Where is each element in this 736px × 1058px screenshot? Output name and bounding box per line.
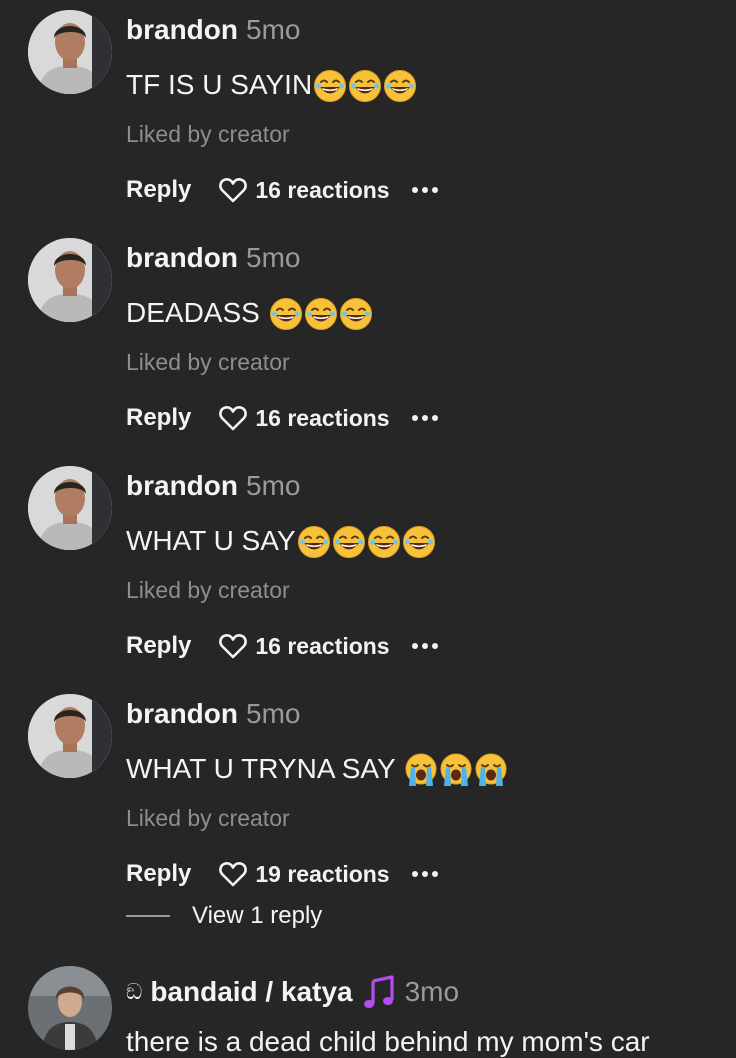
emoji-group — [403, 752, 508, 787]
reactions-count: 16 reactions — [255, 632, 390, 659]
timestamp: 3mo — [404, 976, 460, 1007]
laughing-emoji-icon — [269, 297, 303, 331]
liked-by-creator: Liked by creator — [126, 349, 290, 375]
laughing-emoji-icon — [402, 525, 436, 559]
laughing-emoji-icon — [383, 69, 417, 103]
reactions-count: 16 reactions — [255, 176, 390, 203]
amogus-badge: ඞ — [126, 979, 143, 1004]
avatar[interactable] — [28, 966, 112, 1050]
laughing-emoji-icon — [332, 525, 366, 559]
comment: brandon 5mo WHAT U TRYNA SAY Liked by cre… — [0, 684, 736, 912]
comment-header: ඞ bandaid / katya 3mo — [126, 974, 459, 1010]
reactions-button[interactable]: 19 reactions — [219, 860, 390, 888]
username[interactable]: brandon — [126, 698, 238, 729]
reply-button[interactable]: Reply — [126, 860, 191, 888]
comment-text: DEADASS — [126, 296, 373, 331]
laughing-emoji-icon — [297, 525, 331, 559]
comment-text-content: WHAT U SAY — [126, 525, 296, 557]
username[interactable]: brandon — [126, 470, 238, 501]
heart-icon — [219, 634, 248, 659]
comment-actions: Reply 16 reactions — [126, 632, 440, 660]
heart-icon — [219, 862, 248, 887]
more-options-icon[interactable] — [410, 639, 440, 653]
loudly-crying-emoji-icon — [439, 753, 473, 787]
reactions-count: 19 reactions — [255, 860, 390, 887]
comment-text: WHAT U TRYNA SAY — [126, 752, 508, 787]
comment-text-content: TF IS U SAYIN — [126, 69, 313, 101]
divider-line — [126, 915, 170, 917]
avatar[interactable] — [28, 466, 112, 550]
comment: brandon 5mo DEADASS Liked by creator Repl… — [0, 228, 736, 456]
reply-button[interactable]: Reply — [126, 632, 191, 660]
comment-text-content: DEADASS — [126, 297, 268, 329]
comment-text: TF IS U SAYIN — [126, 68, 417, 103]
liked-by-creator: Liked by creator — [126, 805, 290, 831]
comment-header: brandon 5mo — [126, 14, 300, 46]
laughing-emoji-icon — [313, 69, 347, 103]
avatar[interactable] — [28, 238, 112, 322]
heart-icon — [219, 178, 248, 203]
username[interactable]: bandaid / katya — [150, 976, 352, 1008]
emoji-group — [312, 68, 417, 103]
comment-header: brandon 5mo — [126, 470, 300, 502]
view-replies-button[interactable]: View 1 reply — [126, 902, 322, 930]
reactions-button[interactable]: 16 reactions — [219, 404, 390, 432]
reactions-count: 16 reactions — [255, 404, 390, 431]
comment-actions: Reply 19 reactions — [126, 860, 440, 888]
laughing-emoji-icon — [304, 297, 338, 331]
reply-button[interactable]: Reply — [126, 176, 191, 204]
comment-actions: Reply 16 reactions — [126, 176, 440, 204]
reply-button[interactable]: Reply — [126, 404, 191, 432]
timestamp: 5mo — [246, 242, 301, 273]
comment: brandon 5mo TF IS U SAYIN Liked by creato… — [0, 0, 736, 228]
reactions-button[interactable]: 16 reactions — [219, 176, 390, 204]
comment-text: WHAT U SAY — [126, 524, 436, 559]
comment: brandon 5mo WHAT U SAY Liked by creator R… — [0, 456, 736, 684]
emoji-group — [296, 524, 436, 559]
liked-by-creator: Liked by creator — [126, 121, 290, 147]
laughing-emoji-icon — [339, 297, 373, 331]
more-options-icon[interactable] — [410, 411, 440, 425]
heart-icon — [219, 406, 248, 431]
more-options-icon[interactable] — [410, 867, 440, 881]
emoji-group — [268, 296, 373, 331]
avatar[interactable] — [28, 694, 112, 778]
laughing-emoji-icon — [367, 525, 401, 559]
comment-actions: Reply 16 reactions — [126, 404, 440, 432]
timestamp: 5mo — [246, 470, 301, 501]
reactions-button[interactable]: 16 reactions — [219, 632, 390, 660]
comment-header: brandon 5mo — [126, 242, 300, 274]
username[interactable]: brandon — [126, 14, 238, 45]
timestamp: 5mo — [246, 698, 301, 729]
music-note-icon — [363, 975, 394, 1008]
liked-by-creator: Liked by creator — [126, 577, 290, 603]
comment-header: brandon 5mo — [126, 698, 300, 730]
timestamp: 5mo — [246, 14, 301, 45]
loudly-crying-emoji-icon — [404, 753, 438, 787]
view-replies-label: View 1 reply — [192, 902, 323, 929]
laughing-emoji-icon — [348, 69, 382, 103]
comment-text: there is a dead child behind my mom's ca… — [126, 1026, 650, 1057]
avatar[interactable] — [28, 10, 112, 94]
username[interactable]: brandon — [126, 242, 238, 273]
comment-text-content: WHAT U TRYNA SAY — [126, 753, 403, 785]
more-options-icon[interactable] — [410, 183, 440, 197]
loudly-crying-emoji-icon — [474, 753, 508, 787]
